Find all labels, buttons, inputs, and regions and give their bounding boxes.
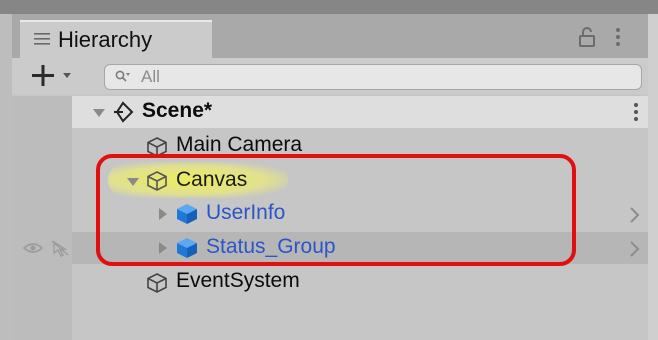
plus-icon xyxy=(32,65,54,86)
search-input[interactable]: All xyxy=(104,64,642,90)
panel-tab-bar: Hierarchy xyxy=(12,14,648,58)
search-icon xyxy=(115,70,130,82)
expand-arrow-down-icon[interactable] xyxy=(92,106,106,120)
tab-title: Hierarchy xyxy=(58,27,153,52)
tree-item-label: EventSystem xyxy=(176,269,300,292)
chevron-right-icon[interactable] xyxy=(628,206,640,224)
lock-icon[interactable] xyxy=(579,26,595,48)
scene-kebab-menu-icon[interactable] xyxy=(632,102,640,122)
list-icon xyxy=(34,33,50,45)
search-placeholder: All xyxy=(141,67,160,86)
kebab-menu-icon[interactable] xyxy=(614,26,622,48)
window-right-edge xyxy=(648,14,658,340)
window-top-strip xyxy=(0,0,658,14)
unity-scene-icon xyxy=(114,101,134,123)
gameobject-cube-icon xyxy=(147,273,167,293)
hierarchy-panel: Hierarchy All Scene* Main Camera Canvas … xyxy=(12,14,648,340)
tab-hierarchy[interactable]: Hierarchy xyxy=(20,20,212,58)
pick-hand-icon xyxy=(51,240,69,257)
chevron-right-icon[interactable] xyxy=(628,240,640,258)
window-left-edge xyxy=(0,14,12,340)
annotation-highlight-box xyxy=(96,154,576,266)
hierarchy-toolbar: All xyxy=(12,58,648,94)
add-dropdown-button[interactable] xyxy=(30,62,78,90)
tree-row-scene[interactable]: Scene* xyxy=(72,96,648,128)
visibility-gutter[interactable] xyxy=(12,96,72,340)
tree-row-eventsystem[interactable]: EventSystem xyxy=(72,266,648,298)
chevron-down-icon xyxy=(63,73,71,78)
tree-item-label: Scene* xyxy=(142,99,213,122)
eye-icon xyxy=(22,243,44,253)
visibility-pickability-icons[interactable] xyxy=(22,239,74,257)
